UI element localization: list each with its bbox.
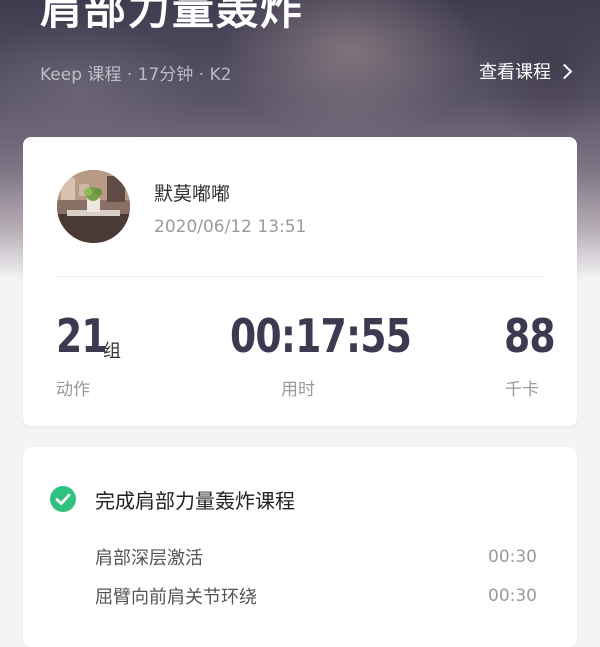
course-exercise-card: 完成肩部力量轰炸课程 肩部深层激活 00:30 屈臂向前肩关节环绕 00:30 xyxy=(23,447,577,647)
exercise-row[interactable]: 肩部深层激活 00:30 xyxy=(95,542,537,572)
page-title: 肩部力量轰炸 xyxy=(40,0,305,34)
sets-unit: 组 xyxy=(103,341,121,362)
duration-label: 用时 xyxy=(281,380,315,400)
avatar[interactable] xyxy=(57,170,130,243)
username: 默莫嘟嘟 xyxy=(154,183,231,205)
sets-label: 动作 xyxy=(56,380,90,400)
calories-label: 千卡 xyxy=(505,380,539,400)
duration-value: 00:17:55 xyxy=(230,309,412,363)
sets-value: 21 xyxy=(56,309,108,363)
view-course-label: 查看课程 xyxy=(479,62,551,83)
exercise-name: 屈臂向前肩关节环绕 xyxy=(95,587,257,608)
divider xyxy=(55,276,545,277)
exercise-time: 00:30 xyxy=(488,547,537,567)
exercise-row[interactable]: 屈臂向前肩关节环绕 00:30 xyxy=(95,581,537,611)
exercise-name: 肩部深层激活 xyxy=(95,548,203,569)
exercise-time: 00:30 xyxy=(488,586,537,606)
view-course-link[interactable]: 查看课程 xyxy=(479,58,573,84)
course-completed-title: 完成肩部力量轰炸课程 xyxy=(95,489,295,513)
workout-summary-card: 默莫嘟嘟 2020/06/12 13:51 21 组 动作 00:17:55 用… xyxy=(23,137,577,426)
course-subtitle: Keep 课程 · 17分钟 · K2 xyxy=(40,65,232,85)
calories-value: 88 xyxy=(504,309,556,363)
chevron-right-icon xyxy=(556,63,573,80)
workout-datetime: 2020/06/12 13:51 xyxy=(154,217,307,237)
check-circle-icon xyxy=(50,486,76,512)
